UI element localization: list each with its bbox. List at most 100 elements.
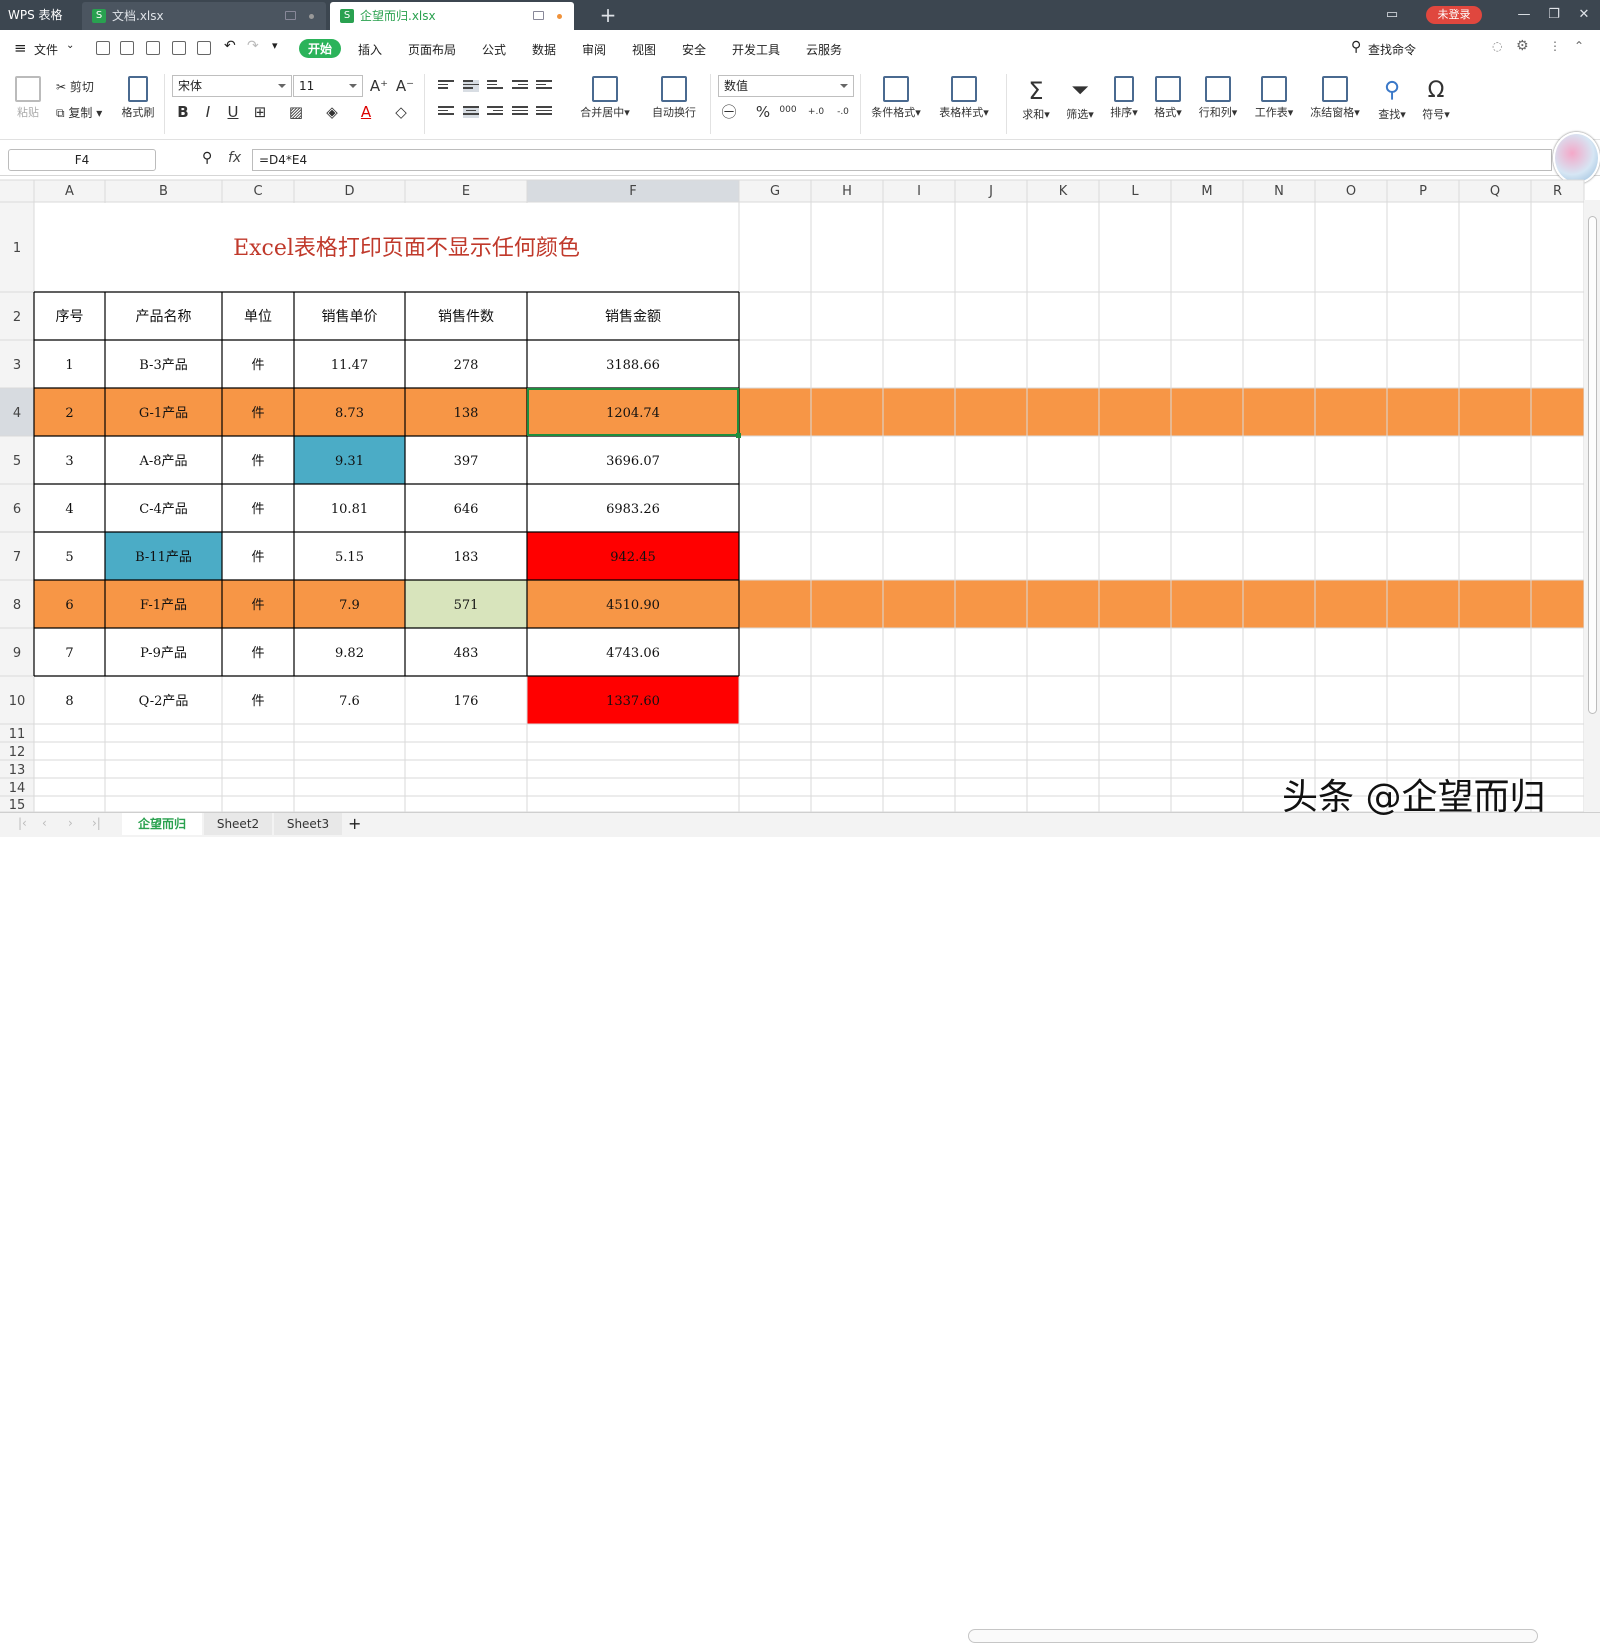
worksheet-button[interactable]: 工作表▾ xyxy=(1250,76,1298,120)
menu-tab-insert[interactable]: 插入 xyxy=(358,41,382,58)
percent-icon[interactable]: % xyxy=(752,101,774,123)
row-col-button[interactable]: 行和列▾ xyxy=(1194,76,1242,120)
print-preview-icon[interactable] xyxy=(197,41,211,55)
table-cell[interactable]: 8.73 xyxy=(335,406,364,421)
nav-next-icon[interactable]: › xyxy=(68,816,73,830)
more-options-icon[interactable]: ⋮ xyxy=(1549,39,1561,53)
column-header[interactable]: D xyxy=(344,184,354,199)
align-center-icon[interactable] xyxy=(463,106,479,118)
table-cell[interactable]: 397 xyxy=(454,454,479,469)
column-header[interactable]: R xyxy=(1553,184,1562,199)
table-cell[interactable]: 4743.06 xyxy=(606,646,660,661)
menu-tab-formula[interactable]: 公式 xyxy=(482,41,506,58)
restore-icon[interactable]: ❐ xyxy=(1540,0,1568,30)
column-header[interactable]: M xyxy=(1201,184,1212,199)
distribute-icon[interactable] xyxy=(536,106,552,118)
column-header[interactable]: H xyxy=(842,184,852,199)
table-cell[interactable]: 4510.90 xyxy=(606,598,660,613)
increase-decimal-icon[interactable]: +.0 xyxy=(805,101,827,123)
decrease-font-icon[interactable]: A⁻ xyxy=(394,75,416,97)
table-cell[interactable]: F-1产品 xyxy=(140,598,187,613)
menu-tab-data[interactable]: 数据 xyxy=(532,41,556,58)
table-cell[interactable]: 件 xyxy=(251,694,264,709)
table-cell[interactable]: 1204.74 xyxy=(606,406,660,421)
merge-center-button[interactable]: 合并居中▾ xyxy=(574,76,636,120)
tab-doc[interactable]: S 文档.xlsx xyxy=(82,2,326,30)
align-left-icon[interactable] xyxy=(438,106,454,118)
table-cell[interactable]: 件 xyxy=(251,454,264,469)
copy-button[interactable]: ⧉ 复制 ▾ xyxy=(56,104,102,121)
nav-first-icon[interactable]: |‹ xyxy=(18,816,27,830)
chevron-down-icon[interactable]: ⌄ xyxy=(66,40,74,51)
more-icon[interactable]: ▾ xyxy=(272,39,278,52)
thousands-icon[interactable]: 000 xyxy=(777,99,799,121)
tab-active[interactable]: S 企望而归.xlsx xyxy=(330,2,574,30)
table-cell[interactable]: 11.47 xyxy=(331,358,368,373)
table-cell[interactable]: 6983.26 xyxy=(606,502,660,517)
table-header-cell[interactable]: 销售金额 xyxy=(605,309,661,325)
search-command[interactable]: 查找命令 xyxy=(1368,41,1416,58)
row-header[interactable]: 13 xyxy=(9,763,26,778)
table-cell[interactable]: B-11产品 xyxy=(135,550,192,565)
table-cell[interactable]: 5.15 xyxy=(335,550,364,565)
table-cell[interactable]: 1337.60 xyxy=(606,694,660,709)
print-icon[interactable] xyxy=(172,41,186,55)
table-cell[interactable]: 8 xyxy=(65,694,73,709)
table-cell[interactable]: 138 xyxy=(454,406,479,421)
row-header[interactable]: 7 xyxy=(13,550,21,565)
table-cell[interactable]: A-8产品 xyxy=(138,454,187,469)
font-size-select[interactable]: 11 xyxy=(293,75,363,97)
table-cell[interactable]: 5 xyxy=(65,550,73,565)
menu-tab-page-layout[interactable]: 页面布局 xyxy=(408,41,456,58)
name-box[interactable]: F4 xyxy=(8,149,156,171)
table-cell[interactable]: 571 xyxy=(454,598,479,613)
menu-file[interactable]: 文件 xyxy=(34,41,58,58)
row-header[interactable]: 14 xyxy=(9,781,26,796)
formula-input[interactable]: =D4*E4 xyxy=(252,149,1552,171)
sort-button[interactable]: 排序▾ xyxy=(1104,76,1144,120)
column-header[interactable]: A xyxy=(65,184,74,199)
table-cell[interactable]: 942.45 xyxy=(610,550,656,565)
table-cell[interactable]: C-4产品 xyxy=(139,502,188,517)
increase-font-icon[interactable]: A⁺ xyxy=(368,75,390,97)
format-painter-button[interactable]: 格式刷 xyxy=(118,76,158,120)
table-cell[interactable]: Q-2产品 xyxy=(139,694,189,709)
table-cell[interactable]: 10.81 xyxy=(331,502,368,517)
table-cell[interactable]: 4 xyxy=(65,502,73,517)
comment-icon[interactable]: ◌ xyxy=(1492,39,1502,53)
indent-increase-icon[interactable] xyxy=(536,80,552,92)
avatar[interactable] xyxy=(1553,132,1600,184)
table-cell[interactable]: 2 xyxy=(65,406,73,421)
undo-icon[interactable]: ↶ xyxy=(224,38,236,54)
row-header[interactable]: 4 xyxy=(13,406,21,421)
paint-bucket-icon[interactable]: ◈ xyxy=(321,101,343,123)
font-color-icon[interactable]: A xyxy=(355,101,377,123)
collapse-icon[interactable]: ⌃ xyxy=(1574,39,1584,53)
table-header-cell[interactable]: 序号 xyxy=(56,309,84,325)
table-cell[interactable]: 9.31 xyxy=(335,454,364,469)
table-cell[interactable]: 件 xyxy=(251,550,264,565)
eraser-icon[interactable]: ◇ xyxy=(390,101,412,123)
justify-icon[interactable] xyxy=(512,106,528,118)
table-cell[interactable]: 7 xyxy=(65,646,73,661)
menu-tab-developer[interactable]: 开发工具 xyxy=(732,41,780,58)
column-header[interactable]: Q xyxy=(1490,184,1500,199)
table-style-button[interactable]: 表格样式▾ xyxy=(934,76,994,120)
column-header[interactable]: K xyxy=(1059,184,1068,199)
nav-prev-icon[interactable]: ‹ xyxy=(42,816,47,830)
close-icon[interactable]: ✕ xyxy=(1570,0,1598,30)
row-header[interactable]: 8 xyxy=(13,598,21,613)
redo-icon[interactable]: ↷ xyxy=(247,38,259,54)
table-cell[interactable]: 件 xyxy=(251,502,264,517)
table-cell[interactable]: 646 xyxy=(454,502,479,517)
vertical-scroll-thumb[interactable] xyxy=(1588,216,1597,714)
number-format-select[interactable]: 数值 xyxy=(718,75,854,97)
menu-tab-security[interactable]: 安全 xyxy=(682,41,706,58)
save-icon[interactable] xyxy=(120,41,134,55)
table-cell[interactable]: 7.6 xyxy=(339,694,360,709)
row-header[interactable]: 12 xyxy=(9,745,26,760)
table-header-cell[interactable]: 销售单价 xyxy=(322,309,378,325)
font-name-select[interactable]: 宋体 xyxy=(172,75,292,97)
menu-tab-review[interactable]: 审阅 xyxy=(582,41,606,58)
menu-tab-view[interactable]: 视图 xyxy=(632,41,656,58)
